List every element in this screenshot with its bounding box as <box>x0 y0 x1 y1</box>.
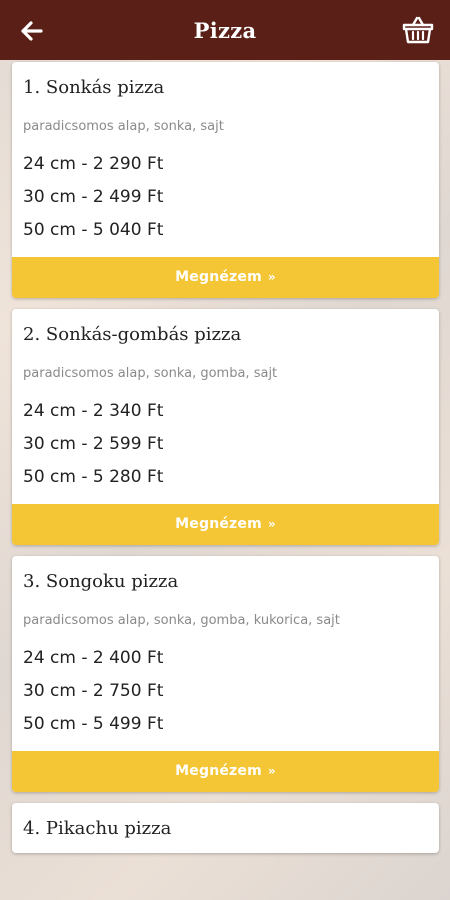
pizza-card[interactable]: 2. Sonkás-gombás pizza paradicsomos alap… <box>12 309 439 545</box>
pizza-name: 3. Songoku pizza <box>23 571 179 592</box>
price-30cm: 30 cm - 2 499 Ft <box>23 187 164 207</box>
pizza-ingredients: paradicsomos alap, sonka, gomba, sajt <box>23 366 278 381</box>
pizza-list: 1. Sonkás pizza paradicsomos alap, sonka… <box>12 62 439 864</box>
arrow-left-icon <box>21 21 43 41</box>
price-list: 24 cm - 2 290 Ft 30 cm - 2 499 Ft 50 cm … <box>23 148 428 247</box>
price-50cm: 50 cm - 5 280 Ft <box>23 467 164 487</box>
pizza-ingredients: paradicsomos alap, sonka, sajt <box>23 119 224 134</box>
app-header: Pizza <box>0 0 450 60</box>
view-button[interactable]: Megnézem » <box>12 257 439 298</box>
pizza-ingredients: paradicsomos alap, sonka, gomba, kukoric… <box>23 613 340 628</box>
view-button[interactable]: Megnézem » <box>12 751 439 792</box>
price-50cm: 50 cm - 5 499 Ft <box>23 714 164 734</box>
view-button-label: Megnézem <box>175 269 262 285</box>
chevron-right-icon: » <box>267 517 276 531</box>
pizza-card[interactable]: 1. Sonkás pizza paradicsomos alap, sonka… <box>12 62 439 298</box>
cart-button[interactable] <box>400 12 436 48</box>
pizza-name: 1. Sonkás pizza <box>23 77 165 98</box>
view-button-label: Megnézem <box>175 763 262 779</box>
price-24cm: 24 cm - 2 340 Ft <box>23 401 164 421</box>
price-list: 24 cm - 2 340 Ft 30 cm - 2 599 Ft 50 cm … <box>23 395 428 494</box>
price-24cm: 24 cm - 2 400 Ft <box>23 648 164 668</box>
pizza-card[interactable]: 4. Pikachu pizza <box>12 803 439 853</box>
chevron-right-icon: » <box>267 270 276 284</box>
pizza-card[interactable]: 3. Songoku pizza paradicsomos alap, sonk… <box>12 556 439 792</box>
chevron-right-icon: » <box>267 764 276 778</box>
page-title: Pizza <box>193 17 257 43</box>
pizza-name: 4. Pikachu pizza <box>23 818 172 839</box>
back-button[interactable] <box>16 16 48 46</box>
view-button-label: Megnézem <box>175 516 262 532</box>
price-30cm: 30 cm - 2 599 Ft <box>23 434 164 454</box>
price-24cm: 24 cm - 2 290 Ft <box>23 154 164 174</box>
price-50cm: 50 cm - 5 040 Ft <box>23 220 164 240</box>
price-30cm: 30 cm - 2 750 Ft <box>23 681 164 701</box>
pizza-name: 2. Sonkás-gombás pizza <box>23 324 242 345</box>
price-list: 24 cm - 2 400 Ft 30 cm - 2 750 Ft 50 cm … <box>23 642 428 741</box>
shopping-basket-icon <box>402 16 434 44</box>
view-button[interactable]: Megnézem » <box>12 504 439 545</box>
